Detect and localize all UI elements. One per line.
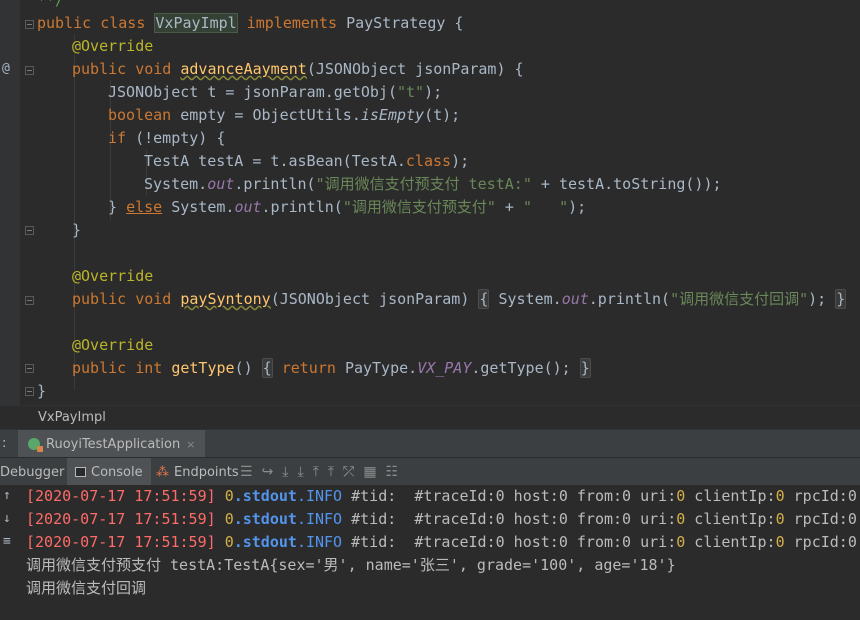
tab-debugger[interactable]: Debugger xyxy=(0,458,64,486)
code-line[interactable]: public int getType() { return PayType.VX… xyxy=(72,357,591,380)
console-icon xyxy=(75,467,86,477)
code-line[interactable]: } xyxy=(37,380,46,403)
fold-toggle-icon[interactable] xyxy=(25,66,34,75)
fold-toggle-icon[interactable] xyxy=(25,296,34,305)
step-into-icon[interactable]: ⤓ xyxy=(298,464,304,480)
step-over-icon[interactable]: ⤓ xyxy=(282,464,288,480)
run-tab-bar: : RuoyiTestApplication × xyxy=(0,429,860,458)
method-name[interactable]: paySyntony xyxy=(180,290,270,308)
close-icon[interactable]: × xyxy=(186,438,195,451)
code-line[interactable]: **/ xyxy=(37,0,64,12)
fold-toggle-icon[interactable] xyxy=(25,20,34,29)
soft-wrap-icon[interactable]: ≡ xyxy=(3,534,11,549)
code-editor[interactable]: @ **/ public class VxPayImpl implements … xyxy=(0,0,860,405)
run-tab-ruoyi[interactable]: RuoyiTestApplication × xyxy=(18,430,206,458)
evaluate-icon[interactable]: ▦ xyxy=(363,464,376,480)
toolbar-icons: ☰ ↪ ⤓ ⤓ ⤒ ⤒ ⤱ ▦ ☷ xyxy=(240,458,398,486)
spring-boot-icon xyxy=(28,438,43,452)
drop-frame-icon[interactable]: ⤱ xyxy=(343,464,354,480)
output-line: 调用微信支付预支付 testA:TestA{sex='男', name='张三'… xyxy=(26,556,676,574)
code-line[interactable]: public class VxPayImpl implements PayStr… xyxy=(37,12,463,35)
code-line[interactable]: @Override xyxy=(72,334,153,357)
folded-region[interactable]: } xyxy=(835,289,847,309)
tab-endpoints[interactable]: ⁂ Endpoints xyxy=(156,458,239,486)
code-line[interactable]: boolean empty = ObjectUtils.isEmpty(t); xyxy=(108,104,460,127)
console-gutter xyxy=(0,485,20,620)
arrow-down-icon[interactable]: ↓ xyxy=(3,511,11,526)
class-name[interactable]: VxPayImpl xyxy=(154,13,238,33)
fold-toggle-icon[interactable] xyxy=(25,364,34,373)
log-line: [2020-07-17 17:51:59] 0.stdout.INFO #tid… xyxy=(26,510,857,528)
code-line[interactable]: if (!empty) { xyxy=(108,127,225,150)
code-line[interactable]: public void advanceAayment(JSONObject js… xyxy=(72,58,524,81)
show-execution-point-icon[interactable]: ↪ xyxy=(262,464,274,480)
tab-console[interactable]: Console xyxy=(67,458,151,486)
log-line: [2020-07-17 17:51:59] 0.stdout.INFO #tid… xyxy=(26,487,857,505)
method-name[interactable]: advanceAayment xyxy=(180,60,306,78)
code-line[interactable]: JSONObject t = jsonParam.getObj("t"); xyxy=(108,81,442,104)
code-line[interactable]: @Override xyxy=(72,35,153,58)
step-out-icon[interactable]: ⤒ xyxy=(313,464,319,480)
debug-toolbar: Debugger Console ⁂ Endpoints ☰ ↪ ⤓ ⤓ ⤒ ⤒… xyxy=(0,457,860,487)
code-line[interactable]: } else System.out.println("调用微信支付预支付" + … xyxy=(108,196,586,219)
fold-column xyxy=(20,0,38,405)
breadcrumb-item[interactable]: VxPayImpl xyxy=(38,410,106,425)
code-line[interactable]: @Override xyxy=(72,265,153,288)
folded-region[interactable]: { xyxy=(261,358,273,378)
log-line: [2020-07-17 17:51:59] 0.stdout.INFO #tid… xyxy=(26,533,857,551)
folded-region[interactable]: { xyxy=(478,289,490,309)
folded-region[interactable]: } xyxy=(579,358,591,378)
code-line[interactable]: public void paySyntony(JSONObject jsonPa… xyxy=(72,288,847,311)
code-line[interactable]: } xyxy=(72,219,81,242)
code-line[interactable]: System.out.println("调用微信支付预支付 testA:" + … xyxy=(144,173,722,196)
run-label: : xyxy=(2,436,7,451)
force-step-icon[interactable]: ⤒ xyxy=(328,464,334,480)
breadcrumb[interactable]: VxPayImpl xyxy=(0,405,860,430)
run-tab-label: RuoyiTestApplication xyxy=(46,436,181,452)
method-name[interactable]: getType xyxy=(171,359,234,377)
fold-toggle-icon[interactable] xyxy=(25,387,34,396)
console-output[interactable]: ↑ ↓ ≡ [2020-07-17 17:51:59] 0.stdout.INF… xyxy=(0,485,860,620)
arrow-up-icon[interactable]: ↑ xyxy=(3,488,11,503)
output-line: 调用微信支付回调 xyxy=(26,579,147,597)
override-gutter-icon[interactable]: @ xyxy=(2,61,10,76)
code-line[interactable]: TestA testA = t.asBean(TestA.class); xyxy=(144,150,469,173)
endpoints-icon: ⁂ xyxy=(156,464,169,480)
trace-icon[interactable]: ☷ xyxy=(386,464,399,480)
menu-icon[interactable]: ☰ xyxy=(240,464,253,480)
fold-toggle-icon[interactable] xyxy=(25,226,34,235)
